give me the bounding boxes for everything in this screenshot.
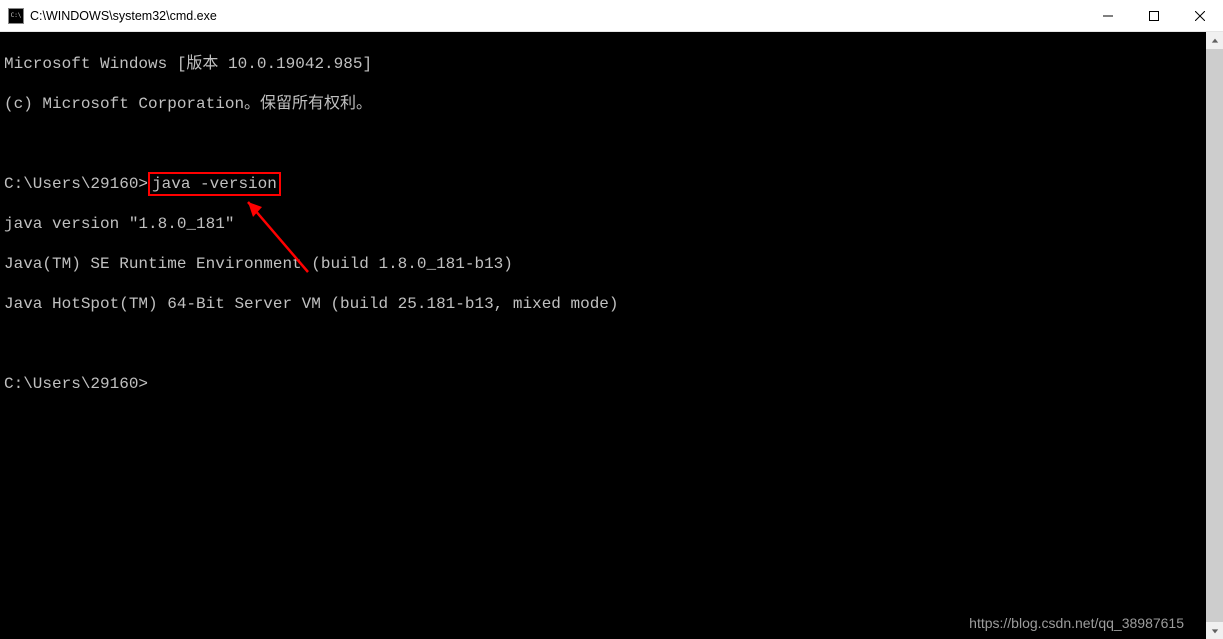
output-line: Java HotSpot(TM) 64-Bit Server VM (build… (4, 294, 1202, 314)
output-line: java version "1.8.0_181" (4, 214, 1202, 234)
scrollbar-thumb[interactable] (1206, 49, 1223, 622)
minimize-button[interactable] (1085, 0, 1131, 31)
vertical-scrollbar[interactable] (1206, 32, 1223, 639)
output-line: (c) Microsoft Corporation。保留所有权利。 (4, 94, 1202, 114)
scroll-down-button[interactable] (1206, 622, 1223, 639)
output-line: Microsoft Windows [版本 10.0.19042.985] (4, 54, 1202, 74)
maximize-button[interactable] (1131, 0, 1177, 31)
blank-line (4, 334, 1202, 354)
scroll-up-button[interactable] (1206, 32, 1223, 49)
blank-line (4, 134, 1202, 154)
prompt-line: C:\Users\29160> (4, 374, 1202, 394)
terminal-output[interactable]: Microsoft Windows [版本 10.0.19042.985] (c… (0, 32, 1206, 639)
highlighted-command: java -version (148, 172, 281, 196)
titlebar[interactable]: C:\WINDOWS\system32\cmd.exe (0, 0, 1223, 32)
close-button[interactable] (1177, 0, 1223, 31)
watermark-text: https://blog.csdn.net/qq_38987615 (969, 613, 1184, 633)
prompt-prefix: C:\Users\29160> (4, 175, 148, 193)
prompt-line: C:\Users\29160>java -version (4, 174, 1202, 194)
output-line: Java(TM) SE Runtime Environment (build 1… (4, 254, 1202, 274)
window-controls (1085, 0, 1223, 31)
scrollbar-track[interactable] (1206, 49, 1223, 622)
cmd-icon (8, 8, 24, 24)
window-title: C:\WINDOWS\system32\cmd.exe (30, 9, 1085, 23)
terminal-wrap: Microsoft Windows [版本 10.0.19042.985] (c… (0, 32, 1223, 639)
cmd-window: C:\WINDOWS\system32\cmd.exe Microsoft Wi… (0, 0, 1223, 639)
